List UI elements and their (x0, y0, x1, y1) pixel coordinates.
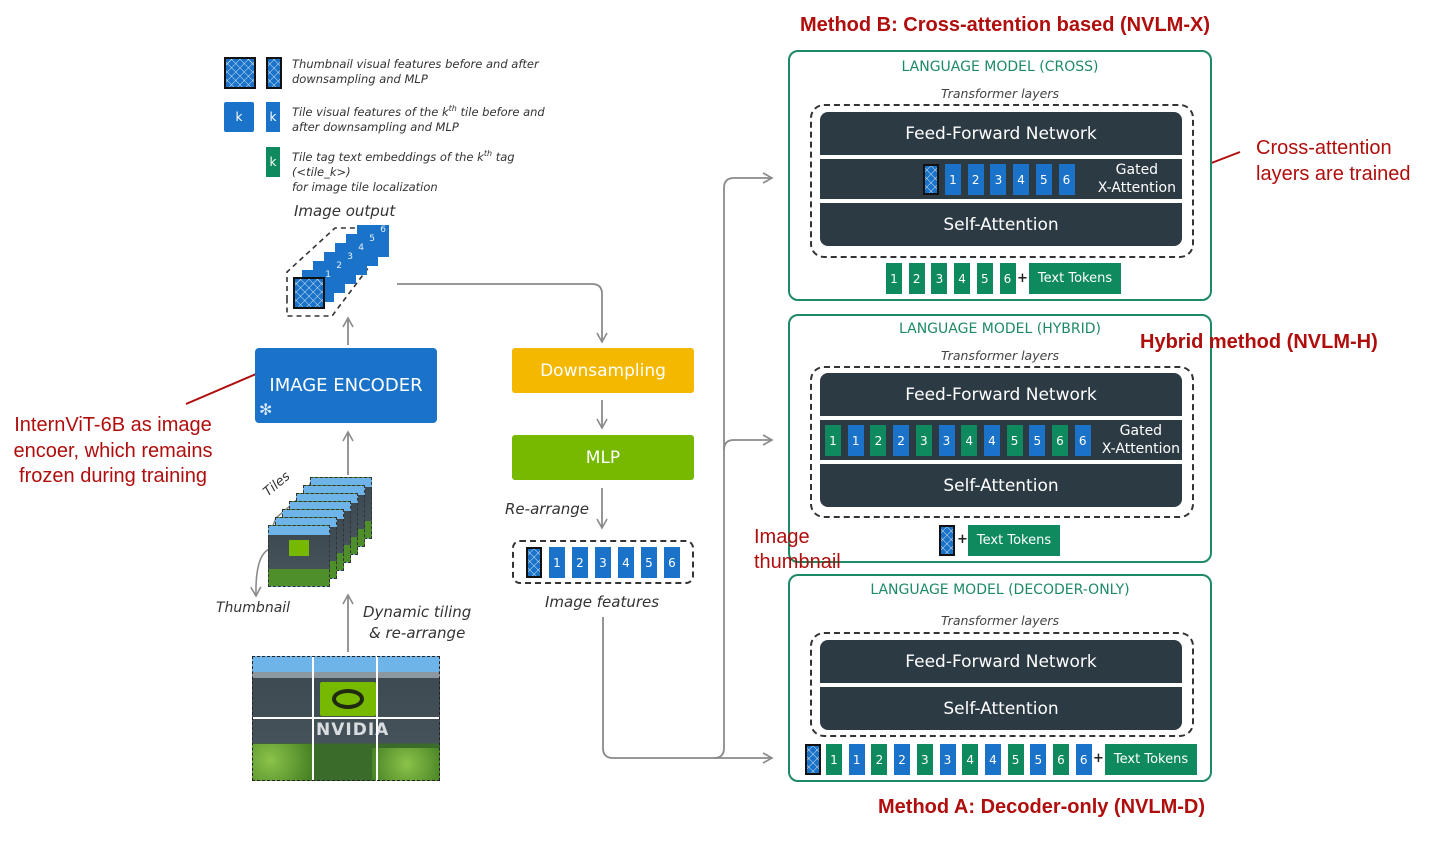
thumbnail-label: Thumbnail (216, 600, 291, 616)
cross-tag-token: 4 (954, 263, 971, 294)
hybrid-tag-token: 2 (870, 425, 887, 456)
decoder-tag-token: 1 (826, 744, 842, 775)
decoder-thumbnail-token (805, 744, 821, 775)
hybrid-tile-token: 3 (938, 425, 955, 456)
cross-tag-token: 2 (908, 263, 925, 294)
hybrid-tag-token: 4 (961, 425, 978, 456)
image-encoder-box: IMAGE ENCODER (255, 348, 437, 423)
thumbnail-feature-after-icon (266, 57, 282, 89)
cross-tile-token: 5 (1035, 164, 1052, 195)
ffn-layer: Feed-Forward Network (820, 640, 1182, 683)
plus-sign: + (1093, 751, 1104, 766)
image-feature-token: 5 (641, 547, 657, 578)
arrow-to-downsampling (397, 283, 608, 344)
thumbnail-tile (268, 525, 330, 587)
input-image: NVIDIA (252, 656, 440, 781)
decoder-tile-token: 6 (1075, 744, 1092, 775)
tile-tag-icon: k (266, 147, 280, 177)
decoder-tag-token: 5 (1007, 744, 1024, 775)
arrow-to-lm-hybrid (723, 434, 774, 451)
tiles-label: Tiles (260, 469, 294, 500)
ffn-layer: Feed-Forward Network (820, 112, 1182, 155)
lm-cross-title: LANGUAGE MODEL (CROSS) (901, 59, 1099, 75)
transformer-layers-label: Transformer layers (941, 86, 1059, 101)
image-feature-token: 1 (549, 547, 565, 578)
text-tokens-chip: Text Tokens (968, 525, 1060, 556)
cross-tag-token: 6 (999, 263, 1016, 294)
encoder-annotation: InternViT-6B as image encoer, which rema… (13, 414, 213, 487)
cross-tile-token: 6 (1058, 164, 1075, 195)
image-feature-token: 2 (572, 547, 588, 578)
arrow-to-lm-decoder (602, 617, 774, 764)
cross-tile-token: 1 (945, 164, 961, 195)
cross-attention-annotation: Cross-attention layers are trained (1256, 137, 1411, 185)
decoder-tag-token: 6 (1053, 744, 1069, 775)
mlp-box: MLP (512, 435, 694, 480)
hybrid-tag-token: 5 (1006, 425, 1023, 456)
image-features-label: Image features (545, 593, 660, 611)
image-output-thumbnail (293, 277, 325, 309)
tile-feature-after-icon: k (266, 102, 280, 132)
hybrid-tag-token: 3 (915, 425, 932, 456)
transformer-layers-label: Transformer layers (941, 613, 1059, 628)
hybrid-tag-token: 1 (825, 425, 841, 456)
self-attention-layer: Self-Attention (820, 687, 1182, 730)
text-tokens-chip: Text Tokens (1105, 744, 1197, 775)
legend: Thumbnail visual features before and aft… (224, 55, 564, 194)
nvidia-logo-icon (289, 540, 309, 556)
cross-thumbnail-token (923, 164, 939, 195)
hybrid-tag-token: 6 (1052, 425, 1068, 456)
hybrid-tile-token: 1 (847, 425, 864, 456)
downsampling-box: Downsampling (512, 348, 694, 393)
image-feature-token: 6 (664, 547, 680, 578)
ffn-layer: Feed-Forward Network (820, 373, 1182, 416)
plus-sign: + (957, 532, 968, 547)
decoder-tile-token: 2 (894, 744, 911, 775)
lm-decoder-title: LANGUAGE MODEL (DECODER-ONLY) (870, 582, 1130, 598)
self-attention-layer: Self-Attention (820, 203, 1182, 246)
dynamic-tiling-label: Dynamic tiling & re-arrange (363, 603, 472, 642)
plus-sign: + (1017, 271, 1028, 286)
image-output-label: Image output (294, 202, 396, 220)
cross-tile-token: 4 (1013, 164, 1030, 195)
decoder-tag-token: 4 (962, 744, 979, 775)
decoder-tile-token: 5 (1030, 744, 1047, 775)
hybrid-tile-token: 6 (1074, 425, 1091, 456)
decoder-tile-token: 4 (984, 744, 1001, 775)
self-attention-layer: Self-Attention (820, 464, 1182, 507)
hybrid-thumbnail-token (939, 525, 955, 556)
cross-tile-token: 3 (990, 164, 1007, 195)
arrow-to-lm-cross (713, 172, 774, 759)
hybrid-tile-token: 2 (893, 425, 910, 456)
image-thumbnail-annotation: Image thumbnail (754, 526, 841, 573)
cross-tag-token: 3 (931, 263, 948, 294)
image-feature-token: 4 (618, 547, 634, 578)
decoder-tag-token: 3 (916, 744, 933, 775)
tile-feature-before-icon: k (224, 102, 254, 132)
hybrid-tile-token: 4 (983, 425, 1000, 456)
decoder-tile-token: 3 (939, 744, 956, 775)
text-tokens-chip: Text Tokens (1029, 263, 1121, 294)
method-a-heading: Method A: Decoder-only (NVLM-D) (878, 796, 1206, 818)
decoder-tile-token: 1 (848, 744, 865, 775)
legend-thumbnail-text: Thumbnail visual features before and aft… (292, 57, 539, 86)
method-h-heading: Hybrid method (NVLM-H) (1140, 331, 1378, 353)
rearrange-label: Re-arrange (505, 500, 590, 518)
thumbnail-feature-before-icon (224, 57, 256, 89)
method-b-heading: Method B: Cross-attention based (NVLM-X) (800, 14, 1210, 36)
cross-tile-token: 2 (967, 164, 984, 195)
legend-tile-text: Tile visual features of the kth tile bef… (292, 104, 545, 134)
cross-tag-token: 5 (976, 263, 993, 294)
image-features-thumbnail-token (526, 547, 542, 578)
legend-tag-text: Tile tag text embeddings of the kth tag … (292, 149, 515, 194)
cross-tag-token: 1 (886, 263, 902, 294)
decoder-tag-token: 2 (871, 744, 888, 775)
hybrid-tile-token: 5 (1029, 425, 1046, 456)
image-feature-token: 3 (595, 547, 611, 578)
snowflake-icon: ✻ (259, 400, 273, 419)
